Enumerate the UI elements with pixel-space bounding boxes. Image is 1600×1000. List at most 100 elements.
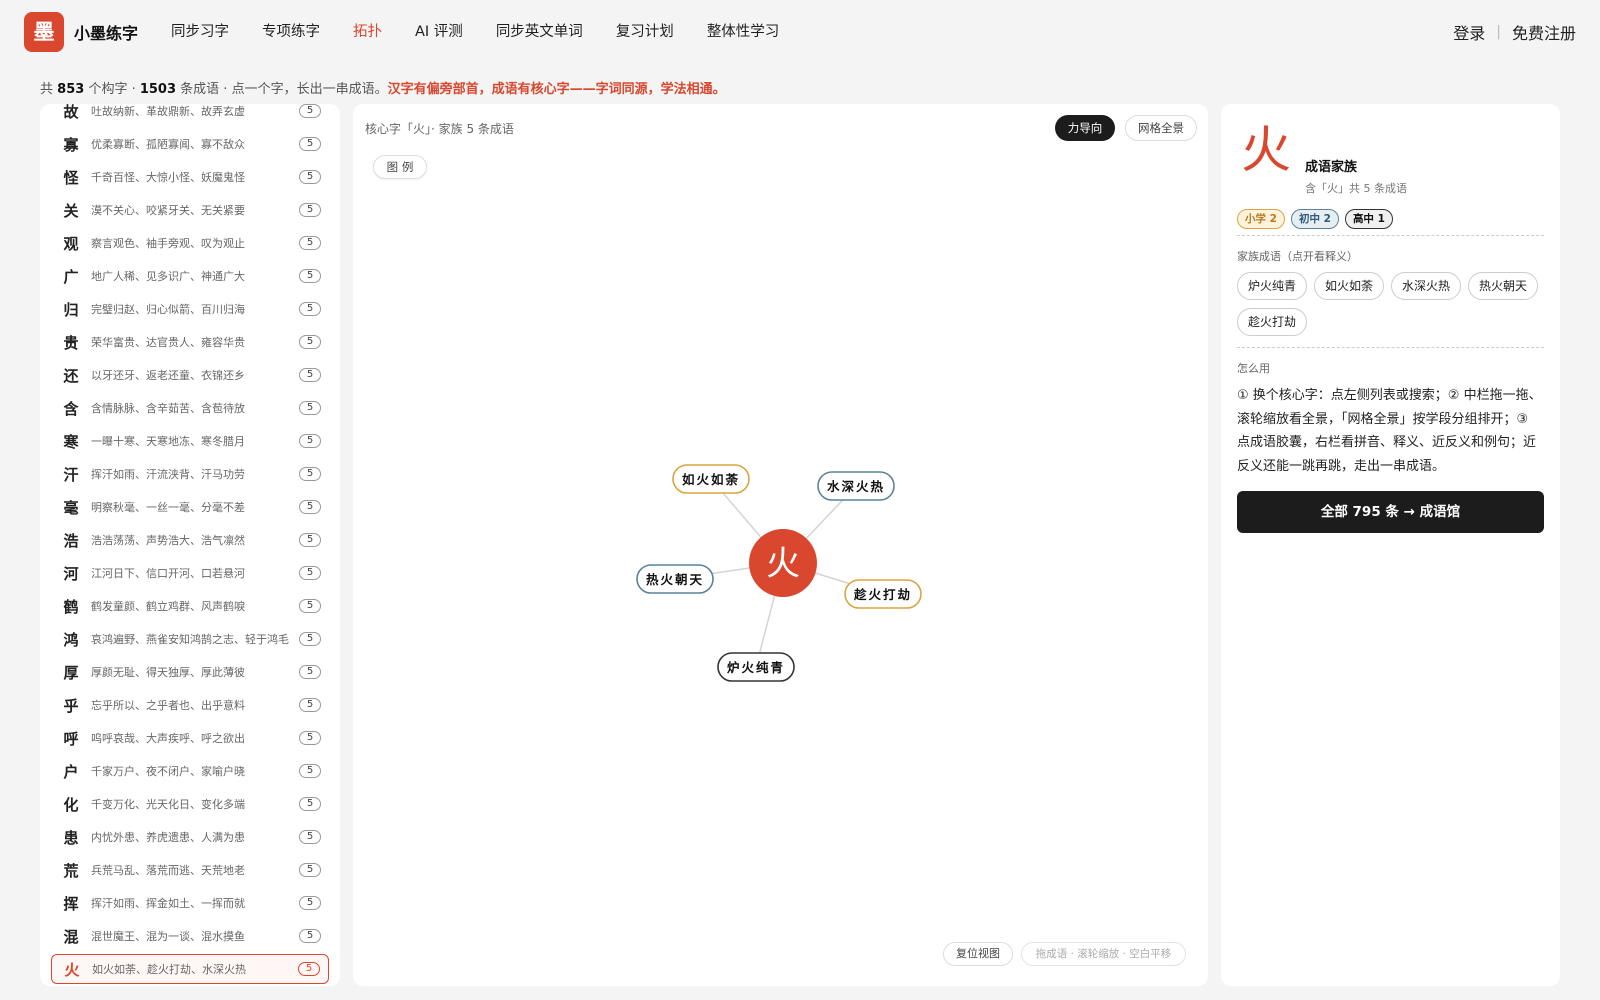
list-count-badge: 5: [299, 632, 321, 646]
register-link[interactable]: 免费注册: [1512, 20, 1576, 44]
char-list-item[interactable]: 归完璧归赵、归心似箭、百川归海 5: [51, 294, 329, 324]
idiom-node-label: 炉火纯青: [727, 660, 785, 675]
list-examples: 江河日下、信口开河、口若悬河: [91, 567, 245, 580]
char-list-item[interactable]: 鸿哀鸿遍野、燕雀安知鸿鹄之志、轻于鸿毛 5: [51, 624, 329, 654]
list-char: 化: [63, 795, 79, 814]
login-link[interactable]: 登录: [1453, 20, 1485, 44]
idiom-graph[interactable]: 火 如火如荼 水深火热热火朝天趁火打劫炉火纯青: [353, 104, 1208, 986]
char-list-item[interactable]: 患内忧外患、养虎遗患、人满为患 5: [51, 822, 329, 852]
list-char: 河: [63, 564, 79, 583]
char-list-item[interactable]: 关漠不关心、咬紧牙关、无关紧要 5: [51, 195, 329, 225]
list-char: 患: [63, 828, 79, 847]
char-list-item[interactable]: 混混世魔王、混为一谈、混水摸鱼 5: [51, 921, 329, 951]
list-count-badge: 5: [299, 401, 321, 415]
idiom-count: 1503: [139, 82, 177, 97]
list-examples: 厚颜无耻、得天独厚、厚此薄彼: [91, 666, 245, 679]
divider: [1237, 347, 1544, 348]
char-list-item[interactable]: 广地广人稀、见多识广、神通广大 5: [51, 261, 329, 291]
char-list-item[interactable]: 寡优柔寡断、孤陋寡闻、寡不敌众 5: [51, 129, 329, 159]
char-list-item[interactable]: 挥挥汗如雨、挥金如土、一挥而就 5: [51, 888, 329, 918]
reset-view-button[interactable]: 复位视图: [943, 942, 1013, 966]
char-list-item[interactable]: 火如火如荼、趁火打劫、水深火热 5: [51, 954, 329, 984]
char-list-item[interactable]: 汗挥汗如雨、汗流浃背、汗马功劳 5: [51, 459, 329, 489]
idiom-node[interactable]: 炉火纯青: [717, 652, 795, 682]
char-list[interactable]: 故吐故纳新、革故鼎新、故弄玄虚 5 寡优柔寡断、孤陋寡闻、寡不敌众 5 怪千奇百怪、大惊…: [40, 104, 340, 986]
howto-label: 怎么用: [1237, 362, 1270, 375]
list-char: 广: [63, 267, 79, 286]
list-examples: 内忧外患、养虎遗患、人满为患: [91, 831, 245, 844]
divider: [1237, 235, 1544, 236]
detail-panel: 火 成语家族 含「火」共 5 条成语 小学 2 初中 2 高中 1 家族成语（点…: [1221, 104, 1560, 986]
idiom-node[interactable]: 如火如荼: [672, 464, 750, 494]
list-examples: 一曝十寒、天寒地冻、寒冬腊月: [91, 435, 245, 448]
char-list-item[interactable]: 厚厚颜无耻、得天独厚、厚此薄彼 5: [51, 657, 329, 687]
list-examples: 挥汗如雨、挥金如土、一挥而就: [91, 897, 245, 910]
char-list-item[interactable]: 毫明察秋毫、一丝一毫、分毫不差 5: [51, 492, 329, 522]
char-list-item[interactable]: 还以牙还牙、返老还童、衣锦还乡 5: [51, 360, 329, 390]
list-count-badge: 5: [299, 863, 321, 877]
list-count-badge: 5: [299, 104, 321, 118]
char-list-item[interactable]: 化千变万化、光天化日、变化多端 5: [51, 789, 329, 819]
family-label: 家族成语（点开看释义）: [1237, 250, 1358, 263]
nav-review-plan[interactable]: 复习计划: [616, 20, 674, 41]
stats-prefix: 共: [40, 82, 54, 97]
list-examples: 漠不关心、咬紧牙关、无关紧要: [91, 204, 245, 217]
char-list-item[interactable]: 寒一曝十寒、天寒地冻、寒冬腊月 5: [51, 426, 329, 456]
list-count-badge: 5: [299, 170, 321, 184]
char-list-item[interactable]: 怪千奇百怪、大惊小怪、妖魔鬼怪 5: [51, 162, 329, 192]
char-list-item[interactable]: 户千家万户、夜不闭户、家喻户晓 5: [51, 756, 329, 786]
idiom-unit: 条成语 · 点一个字，长出一串成语。: [180, 82, 388, 97]
list-char: 寡: [63, 135, 79, 154]
list-count-badge: 5: [299, 368, 321, 382]
badge-senior-high: 高中 1: [1344, 209, 1393, 229]
family-chip[interactable]: 炉火纯青: [1237, 272, 1308, 300]
brand-name[interactable]: 小墨练字: [74, 20, 138, 44]
list-examples: 浩浩荡荡、声势浩大、浩气凛然: [91, 534, 245, 547]
char-list-item[interactable]: 浩浩浩荡荡、声势浩大、浩气凛然 5: [51, 525, 329, 555]
char-list-item[interactable]: 呼呜呼哀哉、大声疾呼、呼之欲出 5: [51, 723, 329, 753]
family-chip[interactable]: 热火朝天: [1468, 272, 1539, 300]
family-chip[interactable]: 如火如荼: [1314, 272, 1385, 300]
family-chip[interactable]: 水深火热: [1391, 272, 1462, 300]
idiom-hall-button[interactable]: 全部 795 条 → 成语馆: [1237, 491, 1544, 533]
char-count: 853: [57, 82, 85, 97]
char-list-item[interactable]: 荒兵荒马乱、落荒而逃、天荒地老 5: [51, 855, 329, 885]
nav-holistic-learning[interactable]: 整体性学习: [707, 20, 780, 41]
char-list-item[interactable]: 鹤鹤发童颜、鹤立鸡群、风声鹤唳 5: [51, 591, 329, 621]
list-char: 户: [63, 762, 79, 781]
idiom-node[interactable]: 趁火打劫: [844, 579, 922, 609]
list-examples: 千奇百怪、大惊小怪、妖魔鬼怪: [91, 171, 245, 184]
list-examples: 优柔寡断、孤陋寡闻、寡不敌众: [91, 138, 245, 151]
nav-ai-review[interactable]: AI 评测: [415, 20, 463, 41]
list-count-badge: 5: [299, 467, 321, 481]
logo[interactable]: 墨: [24, 12, 64, 52]
list-char: 毫: [63, 498, 79, 517]
list-count-badge: 5: [299, 203, 321, 217]
nav-english-words[interactable]: 同步英文单词: [496, 20, 583, 41]
nav-special-practice[interactable]: 专项练字: [262, 20, 320, 41]
idiom-node-label: 热火朝天: [646, 572, 704, 587]
nav-sync-writing[interactable]: 同步习字: [171, 20, 229, 41]
list-examples: 兵荒马乱、落荒而逃、天荒地老: [91, 864, 245, 877]
list-char: 鹤: [63, 597, 79, 616]
idiom-node[interactable]: 水深火热: [817, 471, 895, 501]
list-examples: 如火如荼、趁火打劫、水深火热: [92, 963, 246, 976]
char-list-item[interactable]: 故吐故纳新、革故鼎新、故弄玄虚 5: [51, 104, 329, 126]
char-list-item[interactable]: 河江河日下、信口开河、口若悬河 5: [51, 558, 329, 588]
char-list-item[interactable]: 乎忘乎所以、之乎者也、出乎意料 5: [51, 690, 329, 720]
family-chip[interactable]: 趁火打劫: [1237, 308, 1308, 336]
graph-panel[interactable]: 核心字「火」· 家族 5 条成语 力导向 网格全景 图 例 火如火如荼 水深火热热…: [353, 104, 1208, 986]
list-examples: 忘乎所以、之乎者也、出乎意料: [91, 699, 245, 712]
idiom-node[interactable]: 热火朝天: [636, 564, 714, 594]
list-count-badge: 5: [298, 962, 320, 976]
list-char: 归: [63, 300, 79, 319]
char-list-item[interactable]: 含含情脉脉、含辛茹苦、含苞待放 5: [51, 393, 329, 423]
list-count-badge: 5: [299, 500, 321, 514]
list-count-badge: 5: [299, 731, 321, 745]
char-list-item[interactable]: 贵荣华富贵、达官贵人、雍容华贵 5: [51, 327, 329, 357]
nav-topology[interactable]: 拓扑: [353, 20, 382, 41]
list-char: 火: [64, 960, 80, 979]
list-count-badge: 5: [299, 236, 321, 250]
core-char: 火: [1241, 121, 1291, 179]
char-list-item[interactable]: 观察言观色、袖手旁观、叹为观止 5: [51, 228, 329, 258]
